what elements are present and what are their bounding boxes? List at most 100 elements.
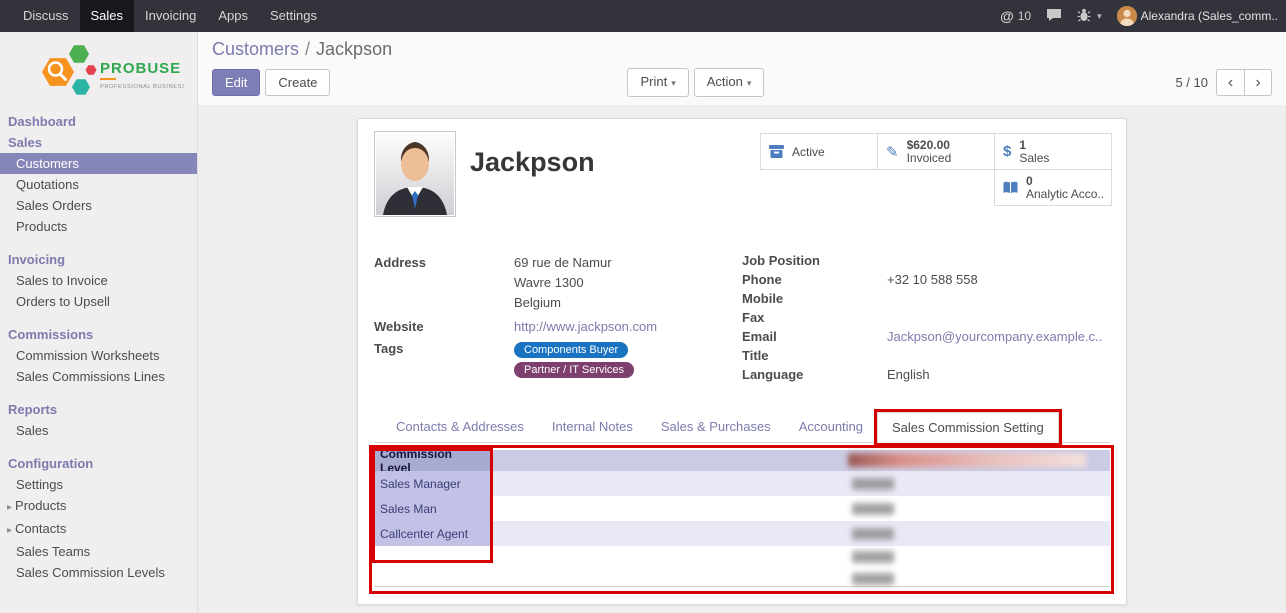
tab-sales-purchases[interactable]: Sales & Purchases xyxy=(647,412,785,442)
sidebar-item-commission-worksheets[interactable]: Commission Worksheets xyxy=(0,345,197,366)
pager: ‹ › xyxy=(1216,69,1272,96)
tab-contacts-addresses[interactable]: Contacts & Addresses xyxy=(382,412,538,442)
sidebar-item-config-contacts[interactable]: ▸Contacts xyxy=(0,518,197,541)
row-rest xyxy=(492,521,1110,546)
tab-label: Sales Commission Setting xyxy=(892,420,1044,435)
customer-photo[interactable] xyxy=(374,131,456,217)
sidebar-item-config-products[interactable]: ▸Products xyxy=(0,495,197,518)
table-row[interactable]: Sales Manager xyxy=(374,471,1110,496)
tab-internal-notes[interactable]: Internal Notes xyxy=(538,412,647,442)
active-stat-button[interactable]: Active xyxy=(760,133,878,170)
sidebar-item-sales-commissions-lines[interactable]: Sales Commissions Lines xyxy=(0,366,197,387)
mobile-label: Mobile xyxy=(742,291,887,306)
tags-value: Components Buyer Partner / IT Services xyxy=(514,341,634,378)
sidebar-item-label: Contacts xyxy=(15,521,66,536)
menu-discuss[interactable]: Discuss xyxy=(12,0,80,32)
sidebar-item-sales-teams[interactable]: Sales Teams xyxy=(0,541,197,562)
action-label: Action xyxy=(707,74,743,89)
active-stat-label: Active xyxy=(792,145,825,159)
sidebar-item-sales-commission-levels[interactable]: Sales Commission Levels xyxy=(0,562,197,583)
sidebar-heading-sales[interactable]: Sales xyxy=(0,132,197,153)
menu-sales[interactable]: Sales xyxy=(80,0,135,32)
chevron-down-icon: ▾ xyxy=(671,78,676,88)
table-row[interactable]: Callcenter Agent xyxy=(374,521,1110,546)
sidebar-heading-dashboard[interactable]: Dashboard xyxy=(0,111,197,132)
user-menu[interactable]: Alexandra (Sales_comm.. xyxy=(1117,6,1278,26)
table-header-row: Commission Level xyxy=(374,450,1110,471)
row-rest xyxy=(492,496,1110,521)
sidebar-item-products[interactable]: Products xyxy=(0,216,197,237)
main-area: Customers/Jackpson Edit Create Print▾ Ac… xyxy=(198,32,1286,613)
sidebar-heading-configuration[interactable]: Configuration xyxy=(0,453,197,474)
field-group-right: Job Position Phone +32 10 588 558 Mobile… xyxy=(742,253,1110,386)
sidebar-heading-commissions[interactable]: Commissions xyxy=(0,324,197,345)
menu-settings[interactable]: Settings xyxy=(259,0,328,32)
fax-label: Fax xyxy=(742,310,887,325)
customer-form-sheet: Active ✎ $620.00 Invoiced $ 1 Sales xyxy=(357,118,1127,605)
tab-bar: Contacts & Addresses Internal Notes Sale… xyxy=(374,412,1110,443)
email-link[interactable]: Jackpson@yourcompany.example.c.. xyxy=(887,329,1102,344)
record-title: Jackpson xyxy=(470,147,595,178)
tag-components-buyer[interactable]: Components Buyer xyxy=(514,342,628,358)
address-line: Belgium xyxy=(514,293,612,313)
print-dropdown-button[interactable]: Print▾ xyxy=(627,68,688,97)
systray: @ 10 ▾ xyxy=(1000,0,1286,32)
commission-level-cell[interactable]: Callcenter Agent xyxy=(374,521,492,546)
chevron-right-icon: ▸ xyxy=(7,525,12,536)
address-value: 69 rue de Namur Wavre 1300 Belgium xyxy=(514,253,612,313)
analytic-stat-button[interactable]: 0 Analytic Acco... xyxy=(994,169,1112,206)
tag-partner-it-services[interactable]: Partner / IT Services xyxy=(514,362,634,378)
website-link[interactable]: http://www.jackpson.com xyxy=(514,319,657,334)
sales-stat-button[interactable]: $ 1 Sales xyxy=(994,133,1112,170)
mentions-button[interactable]: @ 10 xyxy=(1000,8,1031,24)
user-name: Alexandra (Sales_comm.. xyxy=(1141,9,1278,23)
tab-sales-commission-setting[interactable]: Sales Commission Setting xyxy=(877,412,1059,443)
logo-subtitle: PROFESSIONAL BUSINESS xyxy=(100,84,184,90)
breadcrumb-customers-link[interactable]: Customers xyxy=(212,39,299,59)
commission-setting-pane: Commission Level Sales Manager Sales Man xyxy=(374,443,1110,587)
debug-menu-button[interactable]: ▾ xyxy=(1077,8,1102,25)
sidebar-item-orders-to-upsell[interactable]: Orders to Upsell xyxy=(0,291,197,312)
invoiced-stat-label: Invoiced xyxy=(907,152,952,165)
invoiced-amount: $620.00 xyxy=(907,139,952,152)
phone-label: Phone xyxy=(742,272,887,287)
sidebar-item-sales-orders[interactable]: Sales Orders xyxy=(0,195,197,216)
pager-counter: 5 / 10 xyxy=(1175,75,1208,90)
sales-count: 1 xyxy=(1019,139,1049,152)
tab-accounting[interactable]: Accounting xyxy=(785,412,877,442)
sidebar-item-reports-sales[interactable]: Sales xyxy=(0,420,197,441)
redacted-cell-content xyxy=(852,503,894,515)
menu-invoicing[interactable]: Invoicing xyxy=(134,0,207,32)
menu-apps[interactable]: Apps xyxy=(207,0,259,32)
redacted-header-content xyxy=(848,453,1086,467)
commission-level-column-header[interactable]: Commission Level xyxy=(374,450,492,471)
commission-level-cell[interactable]: Sales Man xyxy=(374,496,492,521)
sidebar-item-sales-to-invoice[interactable]: Sales to Invoice xyxy=(0,270,197,291)
tags-label: Tags xyxy=(374,341,514,378)
archive-icon xyxy=(769,145,784,158)
sidebar-heading-reports[interactable]: Reports xyxy=(0,399,197,420)
action-dropdown-button[interactable]: Action ▾ xyxy=(694,68,765,97)
messages-button[interactable] xyxy=(1046,8,1062,25)
sidebar-heading-invoicing[interactable]: Invoicing xyxy=(0,249,197,270)
pager-next-button[interactable]: › xyxy=(1244,69,1272,96)
pager-previous-button[interactable]: ‹ xyxy=(1216,69,1244,96)
chevron-down-icon: ▾ xyxy=(747,78,752,88)
analytic-stat-label: Analytic Acco... xyxy=(1026,188,1103,201)
commission-level-cell[interactable]: Sales Manager xyxy=(374,471,492,496)
sidebar-item-settings[interactable]: Settings xyxy=(0,474,197,495)
table-footer-rows xyxy=(374,546,1110,587)
dollar-icon: $ xyxy=(1003,143,1011,160)
address-line: Wavre 1300 xyxy=(514,273,612,293)
table-row[interactable]: Sales Man xyxy=(374,496,1110,521)
chat-bubble-icon xyxy=(1046,8,1062,25)
edit-button[interactable]: Edit xyxy=(212,69,260,96)
sidebar-item-customers[interactable]: Customers xyxy=(0,153,197,174)
create-button[interactable]: Create xyxy=(265,69,330,96)
field-groups: Address 69 rue de Namur Wavre 1300 Belgi… xyxy=(374,253,1110,386)
language-label: Language xyxy=(742,367,887,382)
sidebar-item-quotations[interactable]: Quotations xyxy=(0,174,197,195)
invoiced-stat-button[interactable]: ✎ $620.00 Invoiced xyxy=(877,133,995,170)
top-navbar: Discuss Sales Invoicing Apps Settings @ … xyxy=(0,0,1286,32)
logo-title: PROBUSE xyxy=(100,60,181,77)
